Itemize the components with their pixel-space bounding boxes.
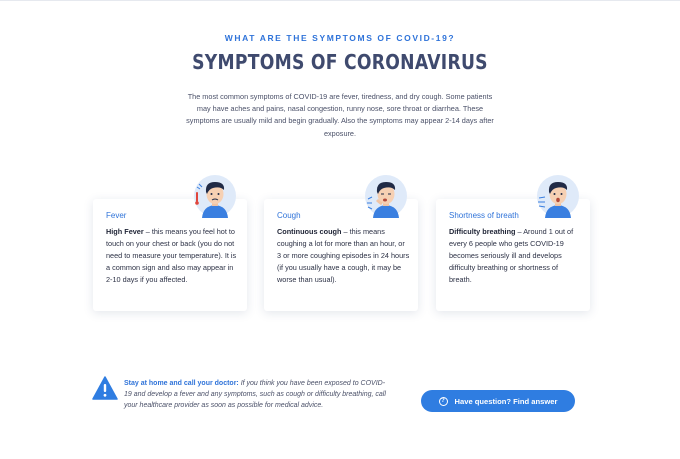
warning-icon [92,376,118,400]
fever-avatar-icon [194,175,236,218]
card-body-breathing: Difficulty breathing – Around 1 out of e… [449,226,582,286]
symptom-card-breathing: Shortness of breath Difficulty breathing… [436,175,590,311]
notice-lead: Stay at home and call your doctor: [124,380,239,387]
breathing-avatar-icon [537,175,579,218]
card-body-fever: High Fever – this means you feel hot to … [106,226,239,286]
page-title: SYMPTOMS OF CORONAVIRUS [192,50,488,74]
card-title-fever: Fever [106,211,127,220]
section-eyebrow: WHAT ARE THE SYMPTOMS OF COVID-19? [224,33,456,43]
card-lead-cough: Continuous cough [277,227,342,236]
card-body-cough: Continuous cough – this means coughing a… [277,226,410,286]
card-title-cough: Cough [277,211,301,220]
card-lead-fever: High Fever [106,227,144,236]
find-answer-label: Have question? Find answer [454,396,558,406]
symptom-card-cough: Cough Continuous cough – this means coug… [264,175,418,311]
card-title-breathing: Shortness of breath [449,211,519,220]
stay-home-notice: Stay at home and call your doctor: If yo… [124,378,389,412]
intro-paragraph: The most common symptoms of COVID-19 are… [186,92,494,138]
card-lead-breathing: Difficulty breathing [449,227,516,236]
symptom-card-fever: Fever High Fever – this means you feel h… [93,175,247,311]
find-answer-button[interactable]: ? Have question? Find answer [421,390,575,412]
top-divider [0,0,680,1]
cough-avatar-icon [365,175,407,218]
question-circle-icon: ? [438,396,448,406]
